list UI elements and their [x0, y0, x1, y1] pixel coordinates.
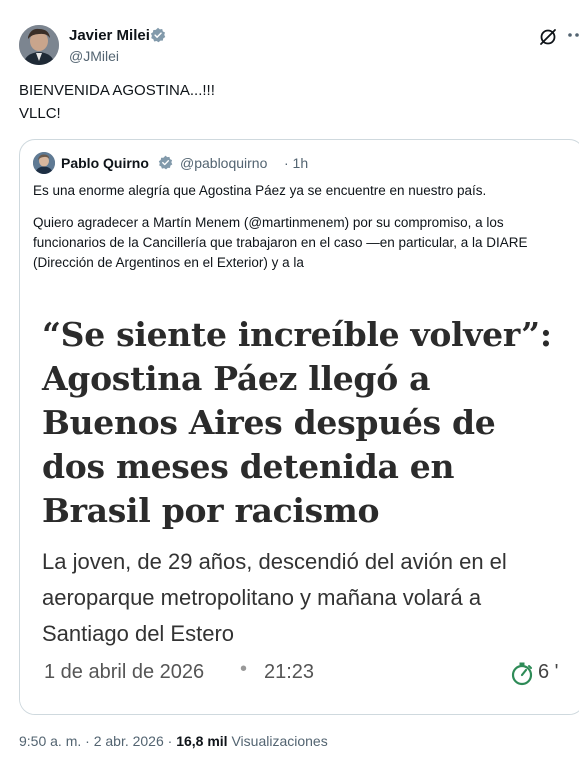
- quoted-author-handle[interactable]: @pabloquirno: [180, 155, 267, 171]
- quoted-tweet[interactable]: Pablo Quirno @pabloquirno · 1h Es una en…: [19, 139, 579, 715]
- verified-badge-icon: [158, 155, 173, 170]
- author-avatar[interactable]: [19, 25, 59, 65]
- author-handle[interactable]: @JMilei: [69, 48, 119, 64]
- tweet-timestamp[interactable]: 9:50 a. m. · 2 abr. 2026 ·: [19, 733, 176, 749]
- quoted-paragraph: Quiero agradecer a Martín Menem (@martin…: [33, 215, 528, 270]
- tweet-header: Javier Milei @JMilei: [0, 0, 579, 70]
- quoted-paragraph: Es una enorme alegría que Agostina Páez …: [33, 183, 487, 198]
- article-headline: “Se siente increíble volver”: Agostina P…: [42, 315, 552, 530]
- article-time: 21:23: [264, 661, 315, 683]
- views-label: Visualizaciones: [227, 733, 328, 749]
- more-options-icon[interactable]: [566, 23, 579, 47]
- tweet-text: BIENVENIDA AGOSTINA...!!! VLLC!: [19, 82, 215, 122]
- article-date: 1 de abril de 2026: [44, 661, 205, 683]
- quoted-author-avatar[interactable]: [33, 152, 55, 174]
- verified-badge-icon: [150, 27, 166, 43]
- quoted-author-name[interactable]: Pablo Quirno: [61, 155, 149, 171]
- article-image[interactable]: “Se siente increíble volver”: Agostina P…: [20, 287, 579, 714]
- quoted-text: Es una enorme alegría que Agostina Páez …: [33, 181, 578, 285]
- grok-icon[interactable]: [538, 27, 558, 47]
- stopwatch-icon: [511, 662, 533, 686]
- tweet-footer: 9:50 a. m. · 2 abr. 2026 · 16,8 mil Visu…: [19, 733, 328, 749]
- article-subtitle: La joven, de 29 años, descendió del avió…: [42, 549, 507, 646]
- views-count: 16,8 mil: [176, 733, 228, 749]
- author-name[interactable]: Javier Milei: [69, 27, 150, 44]
- quoted-timestamp[interactable]: · 1h: [284, 155, 308, 171]
- article-separator: •: [240, 658, 248, 680]
- article-count: 6 ': [538, 661, 559, 683]
